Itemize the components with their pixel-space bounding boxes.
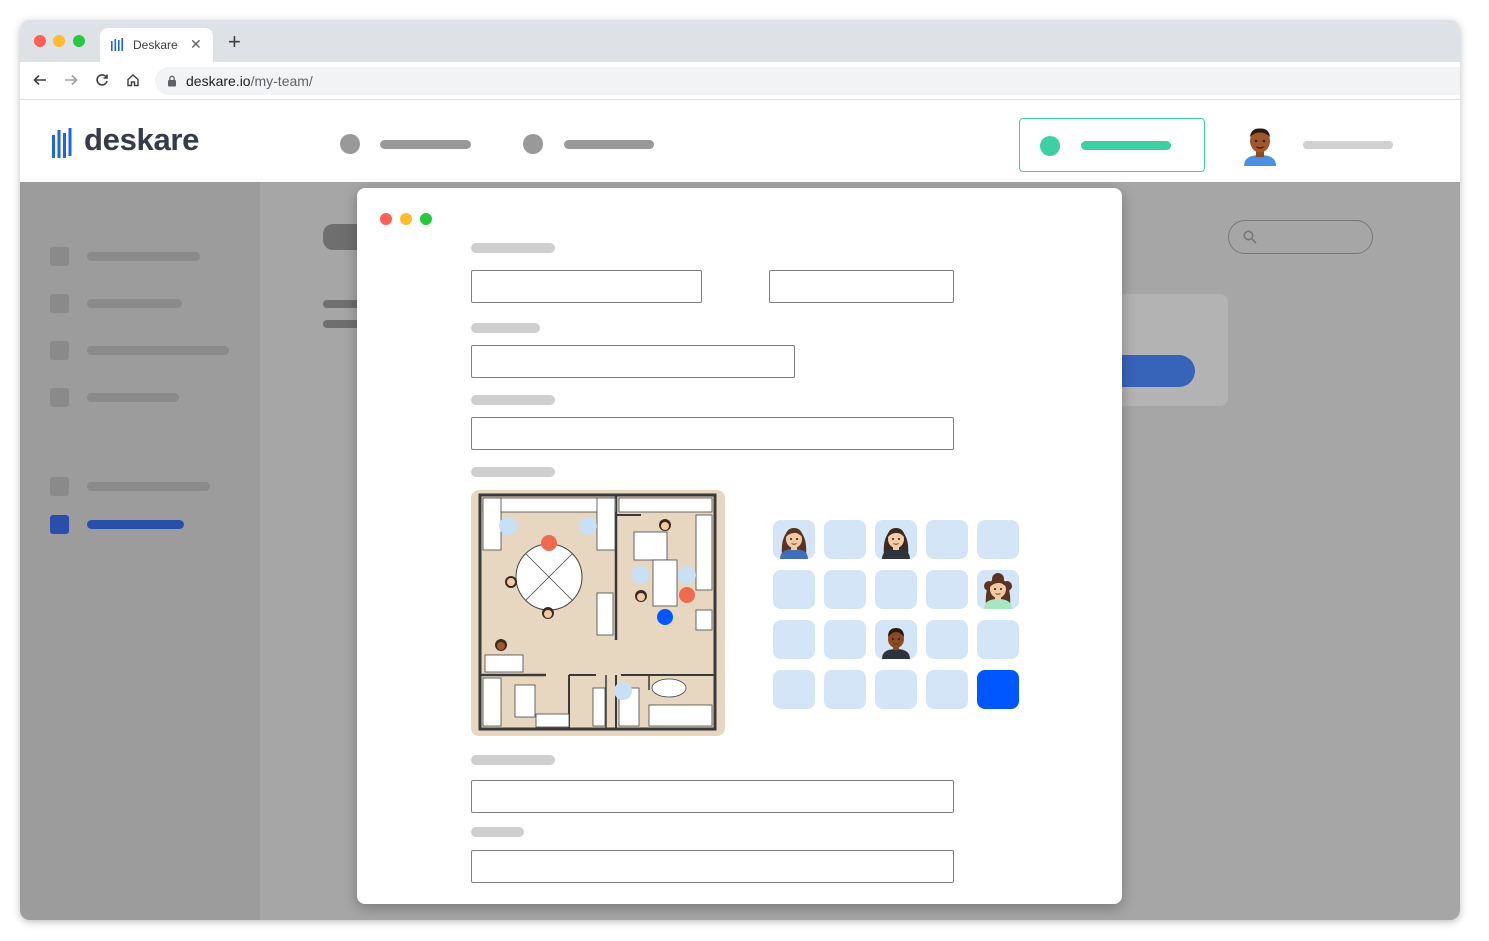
primary-action-button[interactable]	[1019, 118, 1205, 172]
text-field-2[interactable]	[769, 270, 954, 303]
tab-title: Deskare	[133, 38, 178, 52]
field-label-5	[471, 755, 555, 765]
sidebar-item-1-icon[interactable]	[50, 247, 69, 266]
avatar-icon	[984, 573, 1012, 609]
address-bar[interactable]: deskare.io/my-team/	[155, 67, 1460, 95]
sidebar-item-4-icon[interactable]	[50, 388, 69, 407]
seat-grid	[773, 520, 1019, 709]
seat-available[interactable]	[824, 520, 866, 559]
browser-toolbar: deskare.io/my-team/	[20, 62, 1460, 100]
sidebar-item-4-label[interactable]	[87, 393, 179, 402]
field-label-1	[471, 243, 555, 253]
text-field-4[interactable]	[471, 417, 954, 450]
floor-plan-drawing	[478, 493, 717, 731]
seat-occupied[interactable]	[875, 620, 917, 659]
seat-selected[interactable]	[977, 670, 1019, 709]
home-icon[interactable]	[123, 70, 143, 90]
seat-available[interactable]	[977, 620, 1019, 659]
nav-item-1-icon[interactable]	[340, 134, 360, 154]
nav-item-2-icon[interactable]	[523, 134, 543, 154]
avatar-icon	[780, 528, 808, 559]
field-label-3	[471, 395, 555, 405]
action-label	[1081, 141, 1171, 150]
lock-icon	[168, 75, 176, 87]
maximize-window-button[interactable]	[73, 35, 85, 47]
modal-close-button[interactable]	[380, 213, 392, 225]
action-icon	[1040, 136, 1060, 156]
plus-icon[interactable]: +	[228, 31, 241, 53]
seat-occupied[interactable]	[875, 520, 917, 559]
sidebar-item-3-icon[interactable]	[50, 341, 69, 360]
url-path: /my-team/	[250, 73, 313, 89]
office-floor-plan[interactable]	[471, 490, 725, 736]
seat-available[interactable]	[824, 570, 866, 609]
background-button	[1120, 355, 1195, 387]
reload-icon[interactable]	[92, 70, 112, 90]
close-window-button[interactable]	[34, 35, 46, 47]
deskare-favicon-icon	[111, 38, 123, 51]
seat-available[interactable]	[926, 570, 968, 609]
field-label-2	[471, 323, 540, 333]
search-icon	[1243, 230, 1257, 244]
sidebar-item-2-icon[interactable]	[50, 294, 69, 313]
seat-available[interactable]	[773, 570, 815, 609]
avatar-icon	[882, 628, 910, 659]
seat-available[interactable]	[824, 670, 866, 709]
field-label-4	[471, 467, 555, 477]
text-field-3[interactable]	[471, 345, 795, 378]
close-icon[interactable]: ✕	[190, 36, 202, 53]
forward-arrow-icon[interactable]	[61, 70, 81, 90]
seat-available[interactable]	[875, 570, 917, 609]
seat-available[interactable]	[773, 670, 815, 709]
seat-occupied[interactable]	[773, 520, 815, 559]
logo-text: deskare	[84, 122, 200, 157]
seat-available[interactable]	[926, 620, 968, 659]
user-avatar-icon[interactable]	[1242, 126, 1278, 166]
nav-item-1-label[interactable]	[380, 140, 471, 149]
sidebar-item-5-icon[interactable]	[50, 477, 69, 496]
seat-available[interactable]	[875, 670, 917, 709]
deskare-logo-icon	[52, 128, 72, 158]
tab-strip: Deskare ✕ +	[20, 20, 1460, 62]
minimize-window-button[interactable]	[53, 35, 65, 47]
seat-available[interactable]	[773, 620, 815, 659]
sidebar-item-5-label[interactable]	[87, 482, 210, 491]
text-field-5[interactable]	[471, 780, 954, 813]
sidebar-item-3-label[interactable]	[87, 346, 229, 355]
nav-item-2-label[interactable]	[564, 140, 654, 149]
user-name-label[interactable]	[1303, 141, 1393, 149]
seat-occupied[interactable]	[977, 570, 1019, 609]
background-search-field	[1228, 220, 1373, 254]
sidebar	[20, 182, 260, 920]
back-arrow-icon[interactable]	[30, 70, 50, 90]
seat-available[interactable]	[824, 620, 866, 659]
field-label-6	[471, 827, 524, 837]
text-field-6[interactable]	[471, 850, 954, 883]
url-host: deskare.io	[186, 73, 251, 89]
text-field-1[interactable]	[471, 270, 702, 303]
sidebar-item-1-label[interactable]	[87, 252, 200, 261]
seat-available[interactable]	[977, 520, 1019, 559]
booking-modal	[357, 188, 1122, 904]
sidebar-item-my-team-icon[interactable]	[50, 515, 69, 534]
modal-minimize-button[interactable]	[400, 213, 412, 225]
sidebar-item-my-team-label[interactable]	[87, 520, 184, 529]
sidebar-item-2-label[interactable]	[87, 299, 182, 308]
seat-available[interactable]	[926, 670, 968, 709]
background-card	[1120, 294, 1228, 406]
avatar-icon	[882, 528, 910, 559]
url-text: deskare.io/my-team/	[186, 73, 313, 89]
seat-available[interactable]	[926, 520, 968, 559]
browser-tab[interactable]: Deskare ✕	[100, 28, 213, 62]
app-header: deskare	[20, 100, 1460, 182]
modal-maximize-button[interactable]	[420, 213, 432, 225]
browser-window: Deskare ✕ + deskare.io/my-team/ deskare	[20, 20, 1460, 920]
